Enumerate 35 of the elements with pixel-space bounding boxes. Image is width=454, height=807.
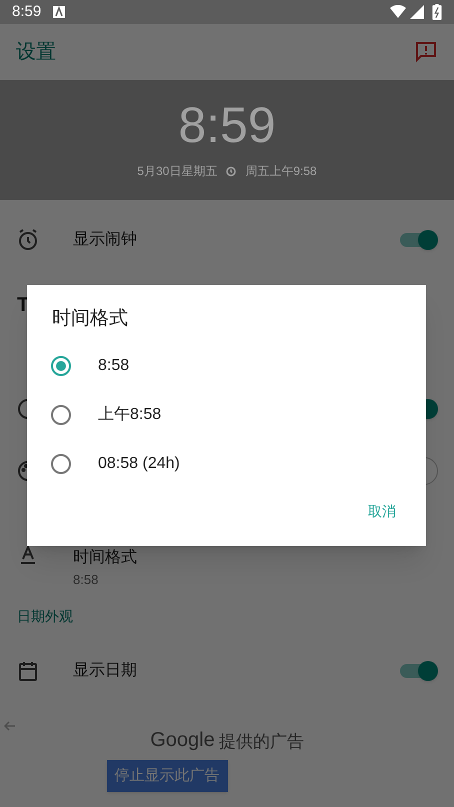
feedback-icon[interactable] [414,40,438,64]
dialog-title: 时间格式 [52,307,129,331]
radio-button[interactable] [51,454,71,474]
row-label: 显示闹钟 [73,230,138,250]
toggle-switch[interactable] [398,659,438,683]
row-value: 8:58 [73,571,100,589]
radio-option[interactable]: 上午8:58 [27,390,426,440]
alarm-clock-icon [225,165,238,177]
radio-option[interactable]: 8:58 [27,342,426,390]
alarm-clock-icon [16,228,40,252]
option-label: 上午8:58 [98,404,162,425]
back-arrow-icon[interactable] [4,720,16,732]
row-label: 时间格式 [73,548,138,568]
battery-icon [432,4,442,20]
ad-label: 提供的广告 [218,733,304,750]
radio-button[interactable] [51,405,71,425]
notification-icon [53,6,66,18]
palette-icon [18,461,27,481]
app-title: 设置 [16,40,56,65]
radio-option[interactable]: 08:58 (24h) [27,440,426,488]
text-format-icon [20,546,36,564]
wifi-icon [390,5,406,19]
row-label: 显示日期 [73,661,138,681]
preview-alarm: 周五上午9:58 [245,163,317,180]
signal-icon [410,5,424,19]
preview-date: 5月30日星期五 [137,163,218,180]
preview-time: 8:59 [178,100,276,150]
radio-button[interactable] [51,356,71,376]
status-time: 8:59 [12,2,42,22]
ad-provider: Google [150,730,215,750]
toggle-switch[interactable] [398,228,438,252]
section-header: 日期外观 [17,606,73,626]
option-label: 08:58 (24h) [98,454,180,474]
calendar-icon [16,659,40,683]
option-label: 8:58 [98,356,130,376]
